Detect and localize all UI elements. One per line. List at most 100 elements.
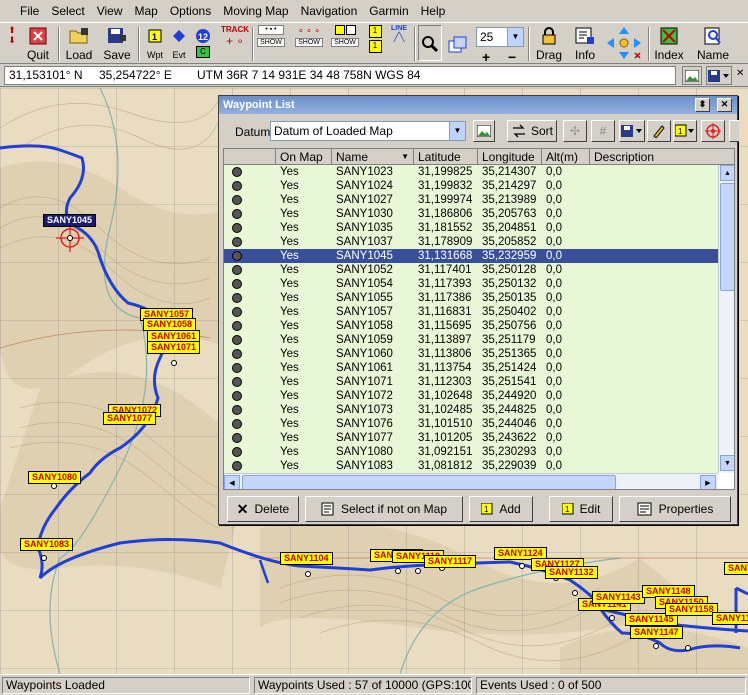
table-row[interactable]: Yes SANY1023 31,199825 35,214307 0,0	[224, 165, 718, 179]
table-row[interactable]: Yes SANY1027 31,199974 35,213989 0,0	[224, 193, 718, 207]
map-waypoint-label[interactable]: SANY1158	[665, 603, 718, 616]
column-header-alt[interactable]: Alt(m)	[542, 149, 590, 165]
table-row[interactable]: Yes SANY1055 31,117386 35,250135 0,0	[224, 291, 718, 305]
table-row[interactable]: Yes SANY1060 31,113806 35,251365 0,0	[224, 347, 718, 361]
table-row[interactable]: Yes SANY1080 31,092151 35,230293 0,0	[224, 445, 718, 459]
table-row[interactable]: Yes SANY1054 31,117393 35,250132 0,0	[224, 277, 718, 291]
show-routes-button[interactable]: SHOW	[330, 25, 360, 63]
column-icon[interactable]	[224, 149, 276, 165]
map-image-button[interactable]	[682, 66, 702, 85]
zoom-out-icon[interactable]: −	[508, 49, 516, 65]
map-waypoint-label[interactable]: SANY1104	[280, 552, 333, 565]
more-tools-button[interactable]	[729, 120, 739, 142]
vertical-scrollbar[interactable]: ▲ ▼	[718, 165, 734, 473]
menu-map[interactable]: Map	[129, 0, 164, 22]
dialog-title-bar[interactable]: Waypoint List ⬍ ✕	[219, 96, 737, 114]
map-waypoint-label[interactable]: SANY1143	[592, 591, 645, 604]
menu-navigation[interactable]: Navigation	[295, 0, 364, 22]
delete-button[interactable]: ✕ Delete	[227, 496, 299, 522]
table-row[interactable]: Yes SANY1037 31,178909 35,205852 0,0	[224, 235, 718, 249]
map-waypoint-label[interactable]: SANY1071	[147, 341, 201, 354]
add-button[interactable]: 1 Add	[469, 496, 533, 522]
save-list-button[interactable]	[619, 120, 645, 142]
table-row[interactable]: Yes SANY1024 31,199832 35,214297 0,0	[224, 179, 718, 193]
select-if-not-on-map-button[interactable]: Select if not on Map	[305, 496, 463, 522]
save-coords-button[interactable]	[706, 66, 732, 85]
column-header-latitude[interactable]: Latitude	[414, 149, 478, 165]
column-header-onmap[interactable]: On Map	[276, 149, 332, 165]
drag-button[interactable]: Drag	[534, 25, 564, 63]
sort-button[interactable]: Sort	[507, 120, 557, 142]
map-waypoint-selected[interactable]: SANY1045	[43, 214, 97, 227]
table-row[interactable]: Yes SANY1058 31,115695 35,250756 0,0	[224, 319, 718, 333]
dialog-close-button[interactable]: ✕	[717, 98, 732, 112]
menu-select[interactable]: Select	[45, 0, 90, 22]
route-button[interactable]: 12 C	[192, 25, 214, 63]
line-toggle-button[interactable]: LINE ╱╲	[388, 25, 410, 63]
menu-options[interactable]: Options	[164, 0, 217, 22]
map-waypoint-label[interactable]: SANY1117	[424, 555, 477, 568]
menu-file[interactable]: File	[14, 0, 45, 22]
table-row[interactable]: Yes SANY1057 31,116831 35,250402 0,0	[224, 305, 718, 319]
table-row[interactable]: Yes SANY1076 31,101510 35,244046 0,0	[224, 417, 718, 431]
waypoint-button[interactable]: 1 Wpt	[144, 25, 166, 63]
scroll-right-arrow-icon[interactable]: ▶	[700, 475, 716, 489]
horizontal-scrollbar[interactable]: ◀ ▶	[224, 473, 718, 489]
map-waypoint-label[interactable]: SANY1083	[20, 538, 74, 551]
navigate-pad[interactable]	[604, 25, 644, 63]
chevron-down-icon[interactable]: ▼	[507, 28, 523, 46]
chevron-down-icon[interactable]: ▼	[449, 122, 465, 140]
label-toggle-button[interactable]: 1 1	[366, 25, 384, 63]
column-header-description[interactable]: Description	[590, 149, 734, 165]
table-row[interactable]: Yes SANY1035 31,181552 35,204851 0,0	[224, 221, 718, 235]
column-header-longitude[interactable]: Longitude	[478, 149, 542, 165]
table-row[interactable]: Yes SANY1030 31,186806 35,205763 0,0	[224, 207, 718, 221]
show-events-button[interactable]: ∘ ∘ ∘ SHOW	[294, 25, 324, 63]
properties-button[interactable]: Properties	[619, 496, 731, 522]
table-row[interactable]: Yes SANY1071 31,112303 35,251541 0,0	[224, 375, 718, 389]
column-header-name[interactable]: Name ▼	[332, 149, 414, 165]
waypoint-type-button[interactable]: 1	[673, 120, 697, 142]
horizontal-scroll-thumb[interactable]	[242, 475, 616, 489]
scroll-down-arrow-icon[interactable]: ▼	[720, 455, 734, 471]
load-button[interactable]: Load	[64, 25, 94, 63]
vertical-scroll-thumb[interactable]	[720, 183, 734, 291]
datum-select[interactable]: Datum of Loaded Map ▼	[270, 121, 466, 141]
show-waypoints-button[interactable]: • ▪ • SHOW	[256, 25, 286, 63]
save-button[interactable]: Save	[102, 25, 132, 63]
zoom-tool-button[interactable]	[418, 25, 442, 61]
menu-help[interactable]: Help	[415, 0, 452, 22]
close-icon[interactable]: ✕	[736, 68, 744, 79]
crosshair-disabled-button[interactable]: ✣	[563, 120, 587, 142]
map-waypoint-label[interactable]: SANY1077	[103, 412, 157, 425]
goto-target-button[interactable]	[701, 120, 725, 142]
map-waypoint-label[interactable]: SANY1147	[630, 626, 683, 639]
table-row[interactable]: Yes SANY1059 31,113897 35,251179 0,0	[224, 333, 718, 347]
table-row[interactable]: Yes SANY1072 31,102648 35,244920 0,0	[224, 389, 718, 403]
map-waypoint-label[interactable]: SANY1080	[28, 471, 82, 484]
info-button[interactable]: Info	[570, 25, 600, 63]
menu-moving-map[interactable]: Moving Map	[217, 0, 294, 22]
map-waypoint-label[interactable]: SANY1132	[545, 566, 598, 579]
zoom-in-icon[interactable]: +	[482, 49, 490, 65]
grid-disabled-button[interactable]: #	[591, 120, 615, 142]
map-waypoint-label[interactable]: SANY1163	[724, 562, 748, 575]
scroll-up-arrow-icon[interactable]: ▲	[720, 165, 734, 181]
table-row[interactable]: Yes SANY1061 31,113754 35,251424 0,0	[224, 361, 718, 375]
index-button[interactable]: Index	[652, 25, 686, 63]
name-button[interactable]: Name	[696, 25, 730, 63]
window-tool-button[interactable]	[446, 25, 470, 63]
quit-button[interactable]: Quit	[24, 25, 52, 63]
dialog-resize-button[interactable]: ⬍	[695, 98, 710, 112]
move-up-down-button[interactable]: ⬆ ⬇	[4, 25, 20, 63]
zoom-level-select[interactable]: 25 ▼	[476, 27, 524, 47]
map-waypoint-label[interactable]: SANY1161	[712, 612, 748, 625]
menu-view[interactable]: View	[91, 0, 129, 22]
table-row[interactable]: Yes SANY1077 31,101205 35,243622 0,0	[224, 431, 718, 445]
table-row[interactable]: Yes SANY1073 31,102485 35,244825 0,0	[224, 403, 718, 417]
edit-button[interactable]: 1 Edit	[549, 496, 613, 522]
table-row[interactable]: Yes SANY1083 31,081812 35,229039 0,0	[224, 459, 718, 473]
table-row[interactable]: Yes SANY1052 31,117401 35,250128 0,0	[224, 263, 718, 277]
edit-pen-button[interactable]	[647, 120, 671, 142]
datum-map-button[interactable]	[473, 120, 495, 142]
